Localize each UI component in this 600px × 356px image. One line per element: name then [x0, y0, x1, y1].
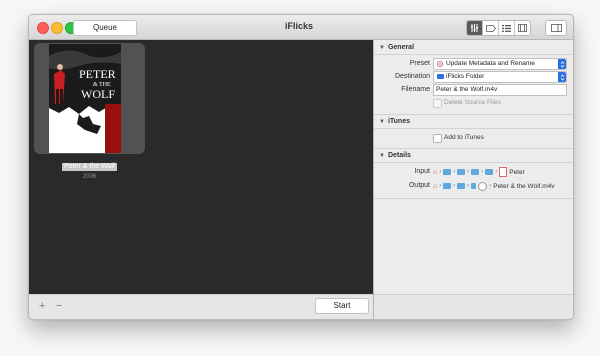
general-section-header[interactable]: ▼ General — [374, 41, 573, 54]
preset-icon — [437, 61, 443, 67]
folder-icon — [485, 169, 494, 175]
queue-item[interactable]: PETER & THE WOLF — [34, 43, 145, 154]
divider — [374, 162, 573, 163]
chevron-right-icon: › — [467, 183, 470, 189]
home-icon: ⌂ — [433, 168, 438, 176]
chevron-right-icon: › — [495, 169, 498, 175]
delete-source-label: Delete Source Files — [444, 99, 501, 106]
movie-poster: PETER & THE WOLF — [49, 44, 121, 153]
divider — [374, 198, 573, 199]
destination-label: Destination — [394, 73, 430, 80]
input-label: Input — [414, 168, 430, 175]
input-path-control[interactable]: ⌂ › › › › › Peter — [433, 167, 525, 177]
remove-item-button[interactable]: − — [56, 300, 62, 312]
add-to-itunes-label: Add to iTunes — [444, 134, 484, 141]
filename-label: Filename — [401, 86, 430, 93]
chevron-right-icon: › — [467, 169, 470, 175]
add-item-button[interactable]: + — [39, 300, 45, 312]
output-path-control[interactable]: ⌂ › › › › Peter & the Wolf.m4v — [433, 181, 555, 191]
folder-icon — [471, 183, 477, 189]
film-icon[interactable] — [515, 21, 530, 35]
details-section-header[interactable]: ▼ Details — [374, 149, 573, 162]
folder-icon — [443, 169, 452, 175]
queue-item-year: 2006 — [82, 174, 97, 180]
queue-item-caption: Peter & the Wolf 2006 — [29, 155, 150, 180]
folder-icon — [457, 169, 466, 175]
details-header-label: Details — [387, 152, 411, 159]
poster-title-peter: PETER — [79, 67, 116, 81]
poster-title-wolf: WOLF — [81, 87, 115, 101]
folder-icon — [437, 74, 444, 79]
list-icon[interactable] — [499, 21, 515, 35]
movie-file-icon — [499, 167, 508, 177]
divider — [374, 54, 573, 55]
tag-icon[interactable] — [483, 21, 499, 35]
title-bar: Queue iFlicks — [29, 15, 573, 40]
queue-footer: + − Start — [29, 294, 373, 319]
delete-source-checkbox[interactable] — [433, 99, 442, 108]
inspector-footer — [374, 294, 573, 319]
destination-value: iFlicks Folder — [446, 73, 485, 80]
chevron-right-icon: › — [453, 183, 456, 189]
general-header-label: General — [387, 44, 415, 51]
chevron-updown-icon — [558, 59, 566, 69]
queue-item-title[interactable]: Peter & the Wolf — [62, 163, 117, 171]
folder-icon — [443, 183, 452, 189]
folder-icon — [471, 169, 480, 175]
toggle-sidebar-button[interactable] — [545, 20, 567, 36]
filename-field[interactable]: Peter & the Wolf.m4v — [433, 84, 567, 96]
close-window-button[interactable] — [37, 22, 49, 34]
view-mode-segmented-control[interactable] — [466, 20, 531, 36]
chevron-right-icon: › — [439, 183, 442, 189]
folder-icon — [457, 183, 466, 189]
start-button[interactable]: Start — [315, 298, 369, 314]
itunes-header-label: iTunes — [387, 118, 410, 125]
destination-popup[interactable]: iFlicks Folder — [433, 71, 567, 83]
output-file-name: Peter & the Wolf.m4v — [493, 182, 555, 190]
input-file-name: Peter — [509, 168, 525, 176]
queue-button[interactable]: Queue — [73, 20, 137, 36]
chevron-updown-icon — [558, 72, 566, 82]
add-to-itunes-checkbox[interactable] — [433, 134, 442, 143]
chevron-right-icon: › — [453, 169, 456, 175]
output-label: Output — [408, 182, 430, 189]
preset-label: Preset — [409, 60, 430, 67]
sidebar-icon — [550, 24, 562, 32]
chevron-right-icon: › — [489, 183, 492, 189]
home-icon: ⌂ — [433, 182, 438, 190]
minimize-window-button[interactable] — [51, 22, 63, 34]
sliders-icon[interactable] — [467, 21, 483, 35]
window-title: iFlicks — [284, 21, 313, 31]
chevron-right-icon: › — [439, 169, 442, 175]
queue-list[interactable]: PETER & THE WOLF Peter & the Wolf 2006 — [29, 40, 373, 294]
chevron-right-icon: › — [481, 169, 484, 175]
divider — [374, 128, 573, 129]
preset-popup[interactable]: Update Metadata and Rename — [433, 58, 567, 70]
new-file-icon — [478, 181, 488, 191]
inspector-panel: ▼ General Preset Update Metadata and Rena… — [374, 40, 573, 319]
app-window: Queue iFlicks PETER & THE WOLF Peter & t… — [28, 14, 574, 320]
preset-value: Update Metadata and Rename — [446, 60, 535, 67]
itunes-section-header[interactable]: ▼ iTunes — [374, 115, 573, 128]
